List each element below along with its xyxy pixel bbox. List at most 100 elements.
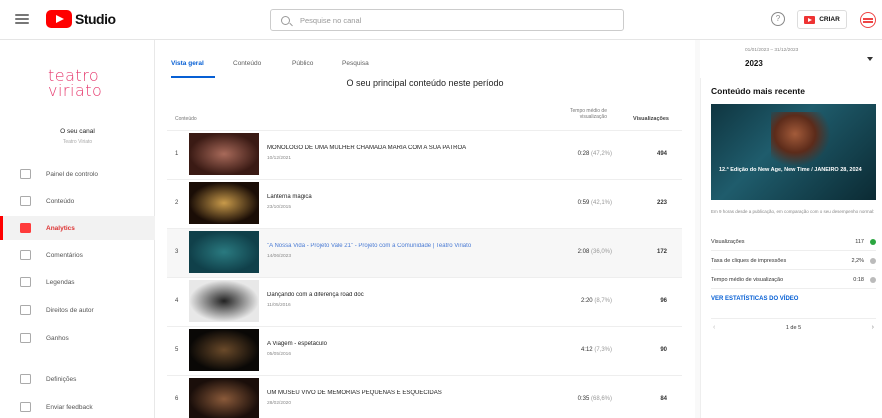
table-row[interactable]: 1 MONÓLOGO DE UMA MULHER CHAMADA MARIA CO… — [167, 130, 682, 179]
sidebar-item-conteudo[interactable]: Conteúdo — [0, 189, 155, 213]
analytics-icon — [20, 223, 31, 233]
avg-view-duration: 0:59 (42,1%) — [577, 200, 612, 206]
video-date: 14/06/2023 — [267, 254, 292, 259]
chevron-down-icon — [867, 57, 873, 61]
tab-publico[interactable]: Público — [292, 60, 313, 67]
avg-view-duration: 0:28 (47,2%) — [577, 151, 612, 157]
direitos-de-autor-icon — [20, 305, 31, 315]
chevron-right-icon[interactable]: › — [872, 324, 874, 331]
views-count: 84 — [660, 396, 667, 402]
ganhos-icon — [20, 333, 31, 343]
column-header-content: Conteúdo — [175, 116, 197, 122]
studio-logo[interactable]: Studio — [46, 9, 116, 29]
table-row[interactable]: 3 "A Nossa Vida - Projeto Vale 21" - Proj… — [167, 228, 682, 277]
comentarios-icon — [20, 250, 31, 260]
view-video-stats-link[interactable]: VER ESTATÍSTICAS DO VÍDEO — [711, 296, 798, 302]
create-button[interactable]: CRIAR — [797, 10, 847, 29]
video-thumbnail[interactable] — [189, 280, 259, 322]
thumbnail-text: 12.ª Edição do New Age, New Time / JANEI… — [719, 167, 862, 173]
create-label: CRIAR — [819, 16, 840, 23]
table-row[interactable]: 4 Dançando com a diferença road doc 11/05/… — [167, 277, 682, 326]
tab-pesquisa[interactable]: Pesquisa — [342, 60, 369, 67]
row-rank: 2 — [175, 200, 179, 206]
sidebar-item-definicoes[interactable]: Definições — [0, 367, 155, 391]
video-title[interactable]: Lanterna mágica — [267, 194, 537, 200]
avatar[interactable] — [860, 12, 876, 28]
avg-view-duration: 4:12 (7,3%) — [580, 347, 612, 353]
latest-content-card: Conteúdo mais recente 12.ª Edição do New… — [700, 78, 882, 418]
table-row[interactable]: 2 Lanterna mágica 23/10/2015 0:59 (42,1%) 22… — [167, 179, 682, 228]
avg-view-duration: 0:35 (68,6%) — [577, 396, 612, 402]
channel-label: O seu canal — [60, 128, 95, 135]
views-count: 494 — [656, 151, 667, 157]
views-count: 172 — [656, 249, 667, 255]
video-title[interactable]: Dançando com a diferença road doc — [267, 292, 537, 298]
video-thumbnail[interactable] — [189, 231, 259, 273]
views-count: 90 — [660, 347, 667, 353]
logo-text: Studio — [75, 11, 116, 27]
views-count: 96 — [660, 298, 667, 304]
video-title[interactable]: MONÓLOGO DE UMA MULHER CHAMADA MARIA COM… — [267, 145, 537, 151]
date-year: 2023 — [745, 59, 763, 68]
page-indicator: 1 de 5 — [785, 325, 802, 331]
date-range-picker[interactable]: 01/01/2023 – 31/12/2023 2023 — [700, 40, 882, 78]
row-rank: 3 — [175, 249, 179, 255]
column-header-views: Visualizações — [633, 116, 669, 122]
sidebar-item-direitos-de-autor[interactable]: Direitos de autor — [0, 298, 155, 322]
video-title[interactable]: A Viagem - espetáculo — [267, 341, 537, 347]
thumbnail-figure — [771, 112, 831, 167]
sidebar-item-label: Analytics — [46, 224, 75, 232]
video-thumbnail[interactable] — [189, 378, 259, 418]
stat-value: 117 — [855, 239, 864, 245]
pager: ‹ 1 de 5 › — [711, 318, 876, 336]
row-rank: 5 — [175, 347, 179, 353]
video-title[interactable]: "A Nossa Vida - Projeto Vale 21" - Proje… — [267, 243, 537, 249]
sidebar-item-analytics[interactable]: Analytics — [0, 216, 155, 240]
row-rank: 4 — [175, 298, 179, 304]
stat-value: 2,2% — [851, 258, 864, 264]
video-thumbnail[interactable] — [189, 133, 259, 175]
date-range: 01/01/2023 – 31/12/2023 — [745, 48, 799, 53]
channel-name: Teatro Viriato — [62, 139, 93, 145]
sidebar-item-comentarios[interactable]: Comentários — [0, 243, 155, 267]
stat-label: Visualizações — [711, 239, 745, 245]
channel-brand-logo[interactable]: teatro viriato — [48, 68, 102, 99]
menu-icon[interactable] — [14, 12, 30, 26]
status-indicator-icon — [870, 277, 876, 283]
video-thumbnail[interactable] — [189, 182, 259, 224]
conteudo-icon — [20, 196, 31, 206]
help-icon[interactable]: ? — [771, 12, 785, 26]
sidebar-item-label: Direitos de autor — [46, 306, 94, 314]
stat-label: Tempo médio de visualização — [711, 277, 784, 283]
sidebar: teatro viriato O seu canal Teatro Viriat… — [0, 40, 155, 418]
avg-view-duration: 2:20 (8,7%) — [580, 298, 612, 304]
status-indicator-icon — [870, 239, 876, 245]
sidebar-item-enviar-feedback[interactable]: Enviar feedback — [0, 395, 155, 418]
table-row[interactable]: 6 UM MUSEU VIVO DE MEMÓRIAS PEQUENAS E ES… — [167, 375, 682, 418]
table-row[interactable]: 5 A Viagem - espetáculo 05/05/2016 4:12 (7,… — [167, 326, 682, 375]
latest-content-title: Conteúdo mais recente — [711, 86, 805, 96]
tab-conteudo[interactable]: Conteúdo — [233, 60, 261, 67]
sidebar-item-painel-de-controlo[interactable]: Painel de controlo — [0, 162, 155, 186]
sidebar-item-label: Painel de controlo — [46, 170, 99, 178]
video-title[interactable]: UM MUSEU VIVO DE MEMÓRIAS PEQUENAS E ESQ… — [267, 390, 537, 396]
sidebar-item-ganhos[interactable]: Ganhos — [0, 326, 155, 350]
video-date: 10/12/2021 — [267, 156, 292, 161]
search-input[interactable]: Pesquise no canal — [270, 9, 624, 31]
sidebar-item-legendas[interactable]: Legendas — [0, 270, 155, 294]
stat-row: Taxa de cliques de impressões 2,2% — [711, 254, 876, 270]
search-placeholder: Pesquise no canal — [300, 15, 362, 25]
definicoes-icon — [20, 374, 31, 384]
latest-video-thumbnail[interactable]: 12.ª Edição do New Age, New Time / JANEI… — [711, 104, 876, 200]
column-header-avg-view: Tempo médio de visualização — [570, 108, 607, 120]
video-thumbnail[interactable] — [189, 329, 259, 371]
sidebar-item-label: Ganhos — [46, 334, 69, 342]
video-camera-icon — [804, 15, 816, 24]
sidebar-item-label: Conteúdo — [46, 197, 75, 205]
painel-de-controlo-icon — [20, 169, 31, 179]
tab-vista-geral[interactable]: Vista geral — [171, 60, 204, 67]
stat-value: 0:18 — [853, 277, 864, 283]
avg-view-duration: 2:08 (36,0%) — [577, 249, 612, 255]
stat-row: Visualizações 117 — [711, 235, 876, 251]
row-rank: 6 — [175, 396, 179, 402]
